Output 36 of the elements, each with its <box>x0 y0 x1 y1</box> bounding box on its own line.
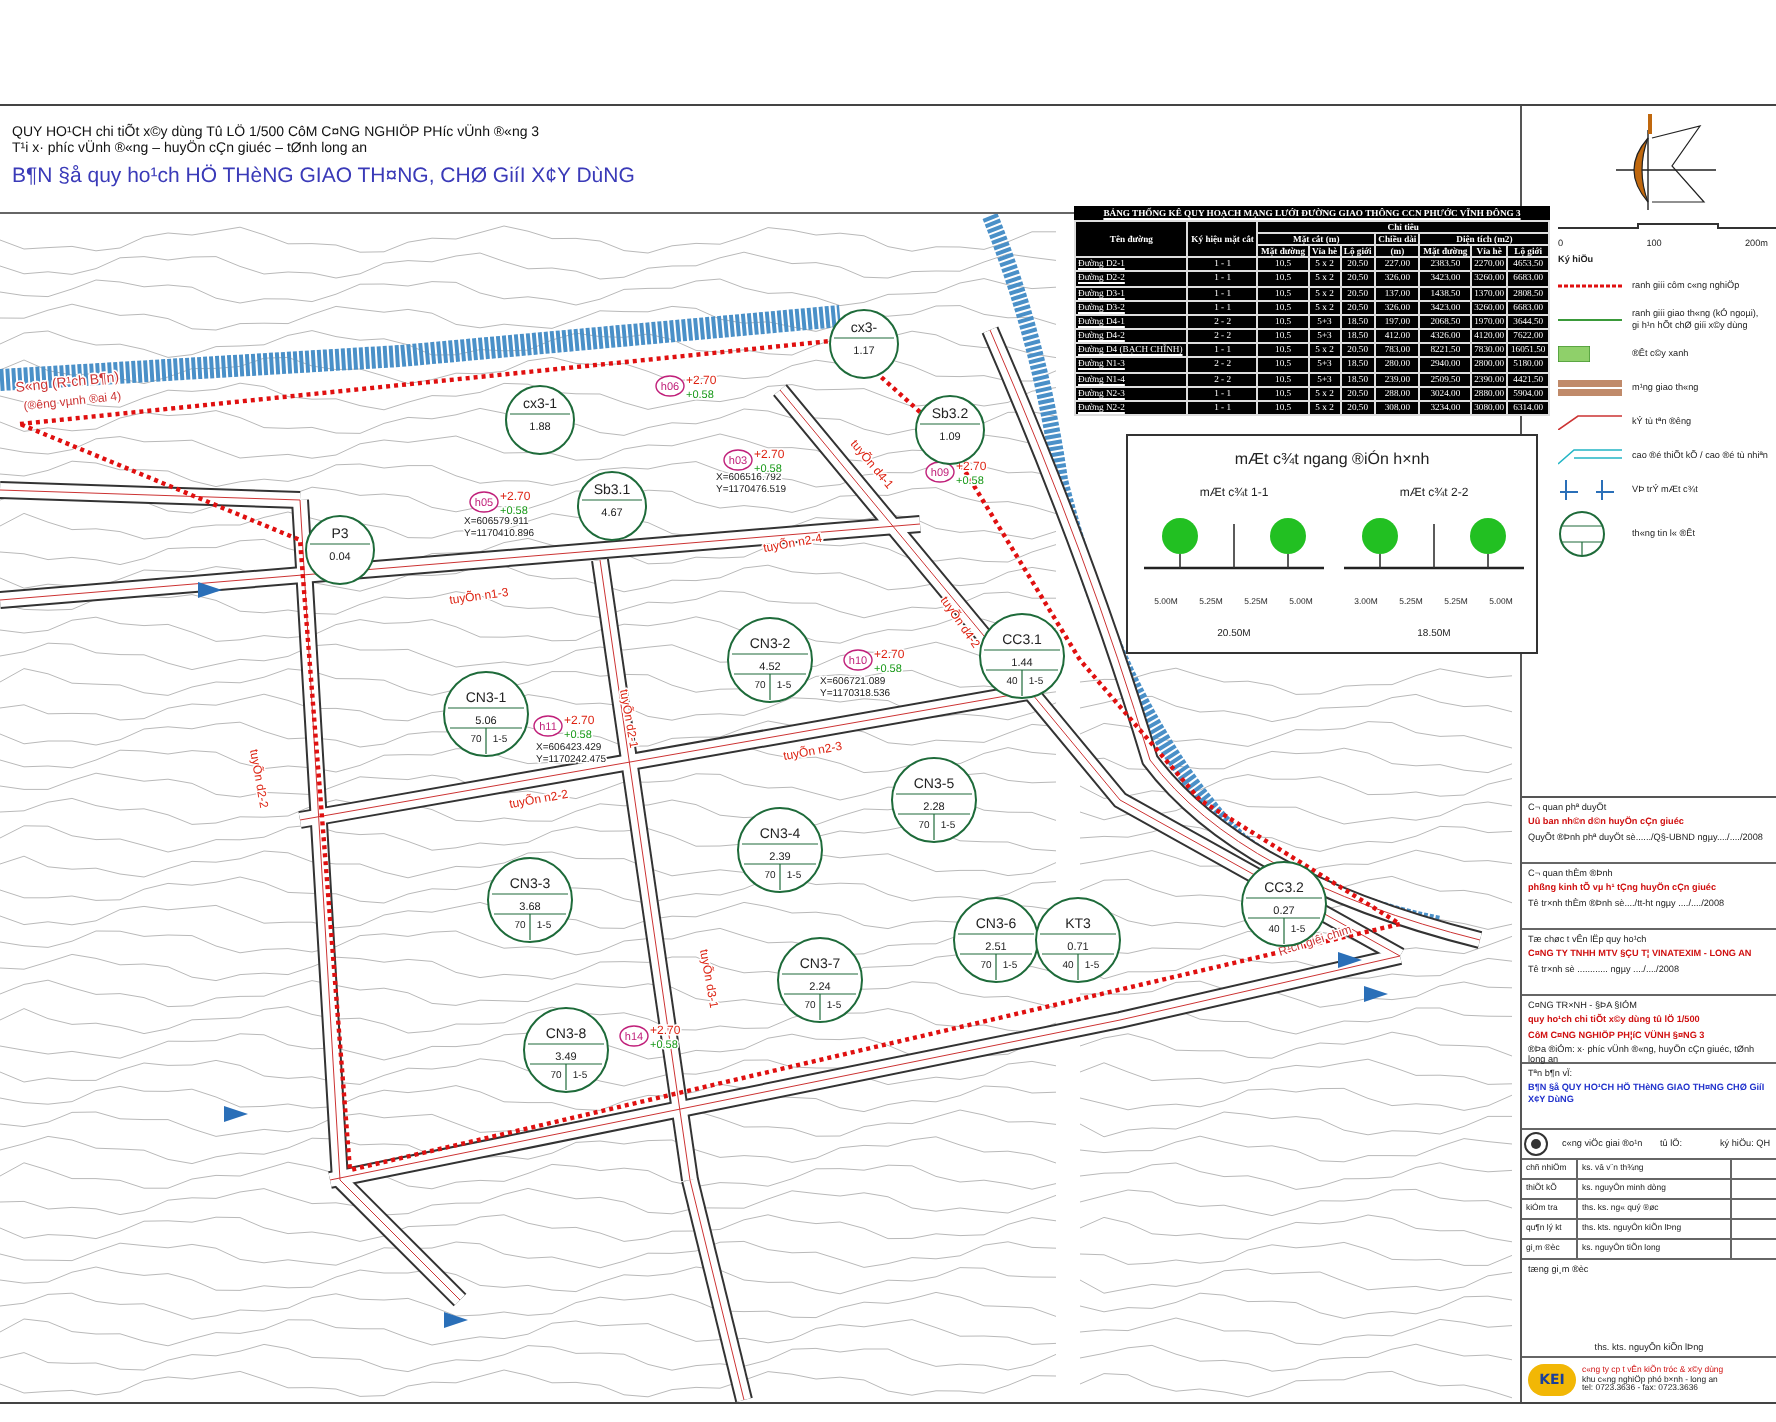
lot-circle <box>915 395 985 465</box>
drain-outlet-icon <box>1338 952 1362 968</box>
elevation-point-marker <box>723 449 753 471</box>
elevation-point-marker <box>469 491 499 513</box>
drain-outlet-icon <box>444 1312 468 1328</box>
lot-circle <box>953 897 1039 983</box>
lot-circle <box>443 671 529 757</box>
elevation-point-marker <box>619 1025 649 1047</box>
lot-circle <box>737 807 823 893</box>
lot-circle <box>727 617 813 703</box>
lot-circle <box>777 937 863 1023</box>
road-symbol <box>1558 379 1622 396</box>
boundary-line-symbol <box>1558 281 1622 290</box>
drain-outlet-icon <box>1364 986 1388 1002</box>
lot-circle <box>1241 861 1327 947</box>
cross-section-title: mÆt c¾t ngang ®iÓn h×nh <box>1234 450 1430 468</box>
lot-circle <box>523 1007 609 1093</box>
lot-circle <box>305 515 375 585</box>
drain-outlet-icon <box>224 1106 248 1122</box>
lot-circle <box>505 385 575 455</box>
road-name-symbol <box>1558 413 1622 430</box>
elevation-point-marker <box>843 649 873 671</box>
road-boundary-symbol <box>1558 315 1622 324</box>
planting-area-symbol <box>1558 345 1590 362</box>
lot-circle <box>487 857 573 943</box>
lot-circle <box>577 471 647 541</box>
drain-outlet-icon <box>198 582 222 598</box>
drawing-title: B¶N §å quy ho¹ch HÖ THèNG GIAO TH¤NG, CHØ GiíI X¢Y DùNG <box>12 164 637 188</box>
company-seal-icon <box>1522 1132 1550 1156</box>
elevation-symbol <box>1558 445 1622 466</box>
elevation-point-marker <box>533 715 563 737</box>
lot-key-symbol <box>1558 509 1606 558</box>
lot-circle <box>979 613 1065 699</box>
lot-circle <box>829 309 899 379</box>
elevation-point-marker <box>655 375 685 397</box>
lot-circle <box>891 757 977 843</box>
